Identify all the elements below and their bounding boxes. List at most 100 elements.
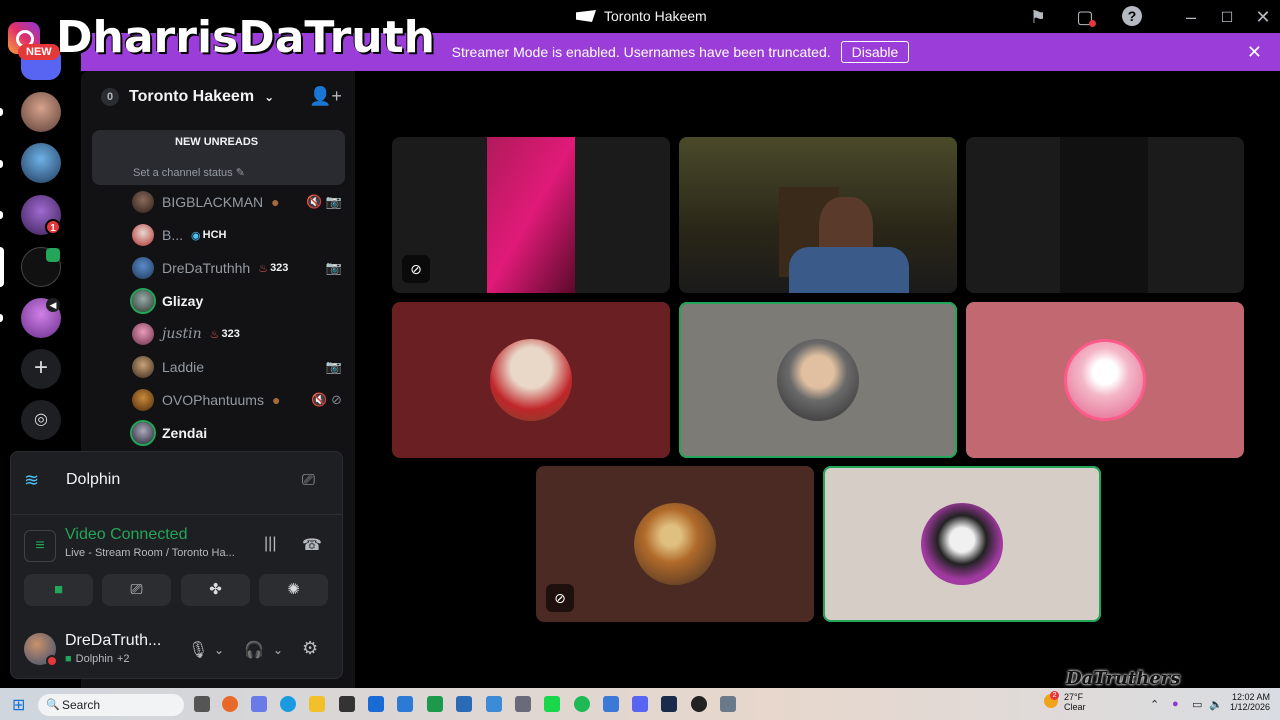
clan-tag: ♨ 323 bbox=[258, 262, 289, 275]
discord-flag-icon bbox=[576, 10, 596, 22]
app-icon[interactable] bbox=[486, 696, 502, 712]
chevron-down-icon: ⌄ bbox=[264, 90, 275, 104]
signal-icon[interactable]: ≡ bbox=[24, 530, 56, 562]
server-icon[interactable] bbox=[21, 143, 61, 183]
voice-member[interactable]: justin ♨ 323 bbox=[132, 321, 342, 347]
capcut-icon[interactable] bbox=[544, 696, 560, 712]
network-icon[interactable]: ▭ bbox=[1192, 698, 1202, 711]
participant-tile[interactable]: ⊘ bbox=[536, 466, 814, 622]
volume-icon[interactable]: 🔈 bbox=[1209, 698, 1223, 711]
deafened-icon: ⊘ bbox=[546, 584, 574, 612]
voice-member-speaking[interactable]: Zendai bbox=[130, 420, 342, 446]
firefox-icon[interactable] bbox=[222, 696, 238, 712]
soundboard-button[interactable]: ✺ bbox=[259, 574, 328, 606]
video-tile[interactable]: ⊘ bbox=[392, 137, 670, 293]
share-screen-button[interactable]: ⎚ bbox=[102, 574, 171, 606]
video-tile[interactable] bbox=[966, 137, 1244, 293]
search-icon: 🔍 bbox=[46, 699, 60, 711]
file-explorer-icon[interactable] bbox=[309, 696, 325, 712]
divider bbox=[10, 514, 343, 515]
app-icon[interactable] bbox=[397, 696, 413, 712]
server-header[interactable]: 0 Toronto Hakeem ⌄ bbox=[101, 84, 335, 110]
help-icon[interactable]: ? bbox=[1122, 6, 1142, 26]
dolphin-icon: ≋ bbox=[24, 470, 40, 490]
close-window-button[interactable]: ✕ bbox=[1252, 6, 1274, 28]
invite-user-icon[interactable]: 👤+ bbox=[309, 86, 342, 107]
channel-status-placeholder[interactable]: Set a channel status ✎ bbox=[133, 166, 245, 179]
voice-member[interactable]: B... ◉ HCH bbox=[132, 222, 342, 248]
activities-button[interactable]: ✤ bbox=[181, 574, 250, 606]
chevron-up-icon[interactable]: ⌃ bbox=[1150, 698, 1159, 711]
voice-status[interactable]: Video Connected bbox=[65, 526, 187, 544]
app-icon[interactable] bbox=[603, 696, 619, 712]
video-tile[interactable] bbox=[679, 137, 957, 293]
inbox-flag-icon[interactable]: ⚑ bbox=[1027, 6, 1049, 28]
avatar bbox=[777, 339, 859, 421]
app-icon[interactable] bbox=[515, 696, 531, 712]
voice-active-icon bbox=[46, 248, 60, 262]
windows-start-icon[interactable]: ⊞ bbox=[12, 695, 25, 715]
system-clock[interactable]: 12:02 AM 1/12/2026 bbox=[1226, 692, 1270, 712]
headphones-icon[interactable]: 🎧 bbox=[244, 640, 264, 660]
microphone-icon[interactable]: 🎙 bbox=[188, 640, 208, 660]
disconnect-icon[interactable]: ☎ bbox=[302, 535, 322, 555]
discord-icon[interactable] bbox=[632, 696, 648, 712]
outlook-icon[interactable] bbox=[368, 696, 384, 712]
camera-toggle-button[interactable]: ■ bbox=[24, 574, 93, 606]
avatar bbox=[132, 356, 154, 378]
task-view-icon[interactable] bbox=[194, 696, 210, 712]
gamepad-icon: ■ bbox=[65, 653, 72, 665]
chevron-down-icon[interactable]: ⌄ bbox=[273, 643, 283, 657]
voice-member[interactable]: OVOPhantuums ● 🔇 ⊘ bbox=[132, 387, 342, 413]
add-server-icon[interactable]: + bbox=[21, 349, 61, 389]
avatar bbox=[490, 339, 572, 421]
copilot-icon[interactable] bbox=[251, 696, 267, 712]
avatar bbox=[130, 420, 156, 446]
datruthers-logo: DaTruthers bbox=[1066, 668, 1181, 689]
server-icon[interactable] bbox=[21, 92, 61, 132]
voice-member[interactable]: BIGBLACKMAN ● 🔇 📷 bbox=[132, 189, 342, 215]
voice-member[interactable]: DreDaTruthhh ♨ 323 📷 bbox=[132, 255, 342, 281]
game-activity[interactable]: ≋ Dolphin bbox=[24, 470, 120, 490]
muted-deafened-icons: 🔇 ⊘ bbox=[311, 392, 342, 407]
avatar bbox=[1064, 339, 1146, 421]
discover-compass-icon[interactable]: ◎ bbox=[21, 400, 61, 440]
steam-icon[interactable] bbox=[661, 696, 677, 712]
avatar bbox=[132, 224, 154, 246]
edge-icon[interactable] bbox=[280, 696, 296, 712]
participant-tile-speaking[interactable] bbox=[823, 466, 1101, 622]
avatar bbox=[130, 288, 156, 314]
new-unreads-label: NEW UNREADS bbox=[175, 136, 259, 148]
muted-camera-icons: 🔇 📷 bbox=[306, 194, 342, 209]
voice-member[interactable]: Laddie 📷 bbox=[132, 354, 342, 380]
store-icon[interactable] bbox=[339, 696, 355, 712]
close-icon[interactable]: ✕ bbox=[1247, 42, 1262, 63]
gear-icon[interactable]: ⚙ bbox=[302, 638, 318, 659]
participant-tile[interactable] bbox=[966, 302, 1244, 458]
stream-game-icon[interactable]: ⎚ bbox=[302, 472, 315, 490]
obs-icon[interactable] bbox=[691, 696, 707, 712]
voice-location[interactable]: Live - Stream Room / Toronto Ha... bbox=[65, 547, 235, 559]
voice-member-speaking[interactable]: Glizay bbox=[130, 288, 342, 314]
noise-suppression-icon[interactable]: ||| bbox=[264, 535, 276, 553]
avatar bbox=[132, 389, 154, 411]
tray-app-icon[interactable]: ● bbox=[1172, 698, 1179, 710]
avatar bbox=[132, 323, 154, 345]
muted-mic-icon: ⊘ bbox=[402, 255, 430, 283]
chevron-down-icon[interactable]: ⌄ bbox=[214, 643, 224, 657]
disable-streamer-mode-button[interactable]: Disable bbox=[840, 41, 910, 63]
camera-icon: 📷 bbox=[325, 359, 342, 374]
maximize-button[interactable]: ☐ bbox=[1216, 6, 1238, 28]
participant-tile-speaking[interactable] bbox=[679, 302, 957, 458]
minimize-button[interactable]: – bbox=[1180, 6, 1202, 28]
participant-tile[interactable] bbox=[392, 302, 670, 458]
speaker-icon: ◀ bbox=[46, 298, 60, 312]
avatar bbox=[132, 257, 154, 279]
avatar bbox=[921, 503, 1003, 585]
app-icon[interactable] bbox=[427, 696, 443, 712]
user-name[interactable]: DreDaTruth... bbox=[65, 632, 161, 650]
spotify-icon[interactable] bbox=[574, 696, 590, 712]
app-icon[interactable] bbox=[456, 696, 472, 712]
video-feed bbox=[487, 137, 575, 293]
settings-icon[interactable] bbox=[720, 696, 736, 712]
